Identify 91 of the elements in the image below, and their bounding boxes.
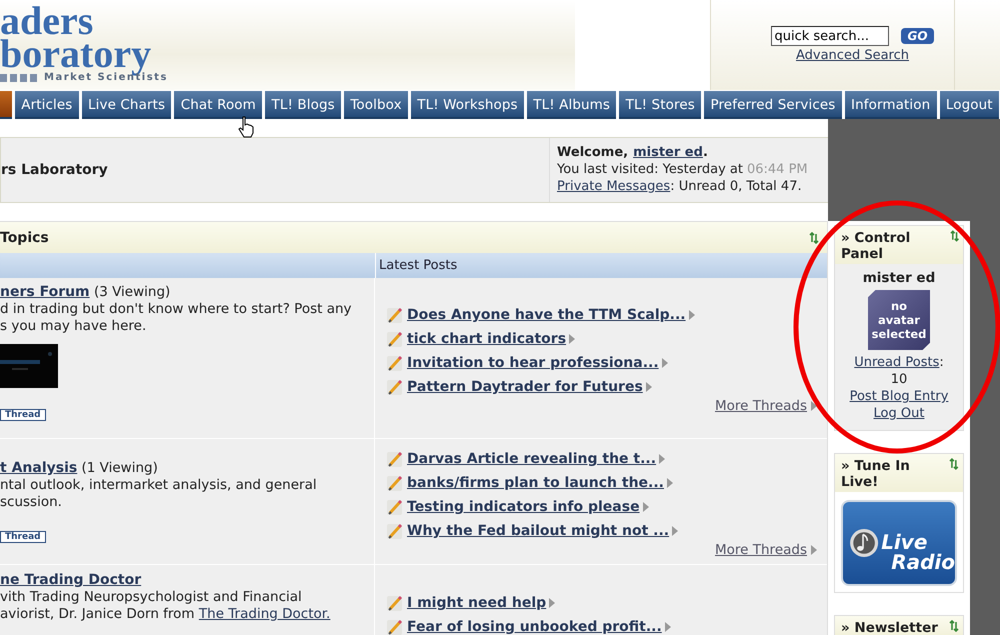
nav-tab[interactable]: TL! Albums xyxy=(527,91,616,119)
site-title: rs Laboratory xyxy=(1,138,550,202)
thread-link[interactable]: I might need help xyxy=(407,595,546,611)
nav-tab[interactable]: Toolbox xyxy=(344,91,408,119)
hand-cursor-icon xyxy=(238,116,256,138)
forum-description: s you may have here. xyxy=(0,318,146,334)
nav-tab[interactable]: Chat Room xyxy=(174,91,262,119)
messages-summary: : Unread 0, Total 47. xyxy=(670,179,802,194)
logo-text: aders xyxy=(0,6,94,36)
period-text: . xyxy=(702,145,708,160)
pencil-icon xyxy=(386,354,404,372)
unread-posts-link[interactable]: Unread Posts xyxy=(854,355,940,370)
pencil-icon xyxy=(386,594,404,612)
thread-link[interactable]: banks/firms plan to launch the... xyxy=(407,475,664,491)
pencil-icon xyxy=(386,474,404,492)
doctor-link[interactable]: The Trading Doctor. xyxy=(198,606,330,622)
control-panel-link[interactable]: Log Out xyxy=(874,405,924,422)
forum-description: d in trading but don't know where to start? Post any xyxy=(0,301,352,317)
arrow-icon xyxy=(667,478,673,488)
arrow-icon xyxy=(688,310,695,320)
arrow-icon xyxy=(664,622,671,632)
advanced-search-link[interactable]: Advanced Search xyxy=(796,48,909,63)
username-link[interactable]: mister ed xyxy=(633,145,703,160)
pencil-icon xyxy=(386,330,404,348)
private-messages-link[interactable]: Private Messages xyxy=(557,179,670,194)
arrow-icon xyxy=(811,545,817,555)
panel-title: » Control Panel xyxy=(841,230,912,262)
nav-tab[interactable]: TL! Workshops xyxy=(410,91,524,119)
forum-link[interactable]: ners Forum xyxy=(0,284,90,300)
forum-description: vith Trading Neuropsychologist and Financial xyxy=(0,589,302,605)
thread-link[interactable]: Darvas Article revealing the t... xyxy=(407,451,656,467)
colon-text: : xyxy=(939,355,944,370)
collapse-icon xyxy=(950,230,959,242)
thread-link[interactable]: tick chart indicators xyxy=(407,331,566,347)
column-header: Latest Posts xyxy=(378,257,458,275)
nav-tab[interactable]: Articles xyxy=(15,91,79,119)
arrow-icon xyxy=(662,358,668,368)
arrow-icon xyxy=(549,598,556,608)
thread-link[interactable]: Why the Fed bailout might not ... xyxy=(407,523,670,539)
search-field[interactable]: quick search... xyxy=(771,26,890,46)
forum-description: aviorist, Dr. Janice Dorn from xyxy=(0,606,195,622)
last-visited-text: You last visited: Yesterday at xyxy=(557,162,743,177)
control-panel-link[interactable]: Post Blog Entry xyxy=(850,388,948,405)
username: mister ed xyxy=(862,270,936,287)
collapse-icon xyxy=(949,620,959,632)
viewing-count: (3 Viewing) xyxy=(92,284,170,300)
viewing-count: (1 Viewing) xyxy=(80,460,158,476)
pencil-icon xyxy=(386,522,404,540)
arrow-icon xyxy=(642,502,649,512)
forum-link[interactable]: t Analysis xyxy=(0,460,78,476)
pencil-icon xyxy=(386,618,404,635)
panel-title: » Tune In Live! xyxy=(841,458,911,490)
forum-description: scussion. xyxy=(0,494,62,510)
pencil-icon xyxy=(386,306,404,324)
nav-tab[interactable]: Logout xyxy=(940,91,999,119)
nav-tab[interactable]: TL! Blogs xyxy=(265,91,342,119)
thread-link[interactable]: Invitation to hear professiona... xyxy=(407,355,659,371)
arrow-icon xyxy=(811,401,817,411)
unread-count: 10 xyxy=(890,371,908,388)
nav-tab[interactable]: Information xyxy=(844,91,937,119)
more-threads-link[interactable]: More Threads xyxy=(715,542,807,558)
thread-link[interactable]: Fear of losing unbooked profit... xyxy=(407,619,662,635)
nav-tab[interactable]: TL! Stores xyxy=(619,91,702,119)
new-thread-button[interactable]: Thread xyxy=(0,409,46,421)
arrow-icon xyxy=(659,454,666,464)
panel-title: » Newsletter xyxy=(841,620,938,635)
nav-tab[interactable]: Preferred Services xyxy=(704,91,842,119)
pencil-icon xyxy=(386,378,404,396)
collapse-icon xyxy=(809,232,819,244)
greeting-text: Welcome, xyxy=(557,145,628,160)
nav-tab[interactable] xyxy=(0,91,12,119)
thread-link[interactable]: Does Anyone have the TTM Scalp... xyxy=(407,307,686,323)
nav-tab[interactable]: Live Charts xyxy=(82,91,172,119)
thread-link[interactable]: Testing indicators info please xyxy=(407,499,640,515)
go-button[interactable]: GO xyxy=(901,28,934,44)
collapse-icon xyxy=(949,458,959,470)
arrow-icon xyxy=(646,382,652,392)
forum-link[interactable]: ne Trading Doctor xyxy=(0,572,142,588)
visit-time: 06:44 PM xyxy=(746,162,808,177)
arrow-icon xyxy=(569,334,576,344)
thread-link[interactable]: Pattern Daytrader for Futures xyxy=(407,379,643,395)
more-threads-link[interactable]: More Threads xyxy=(715,398,807,414)
pencil-icon xyxy=(386,450,404,468)
section-title: Topics xyxy=(0,230,49,246)
badge-text: Radio xyxy=(891,552,955,572)
pencil-icon xyxy=(386,498,404,516)
new-thread-button[interactable]: Thread xyxy=(0,531,46,543)
badge-text: Live xyxy=(881,532,928,552)
avatar-text: no avatar selected xyxy=(870,299,928,341)
arrow-icon xyxy=(672,526,678,536)
forum-description: ntal outlook, intermarket analysis, and general xyxy=(0,477,317,493)
